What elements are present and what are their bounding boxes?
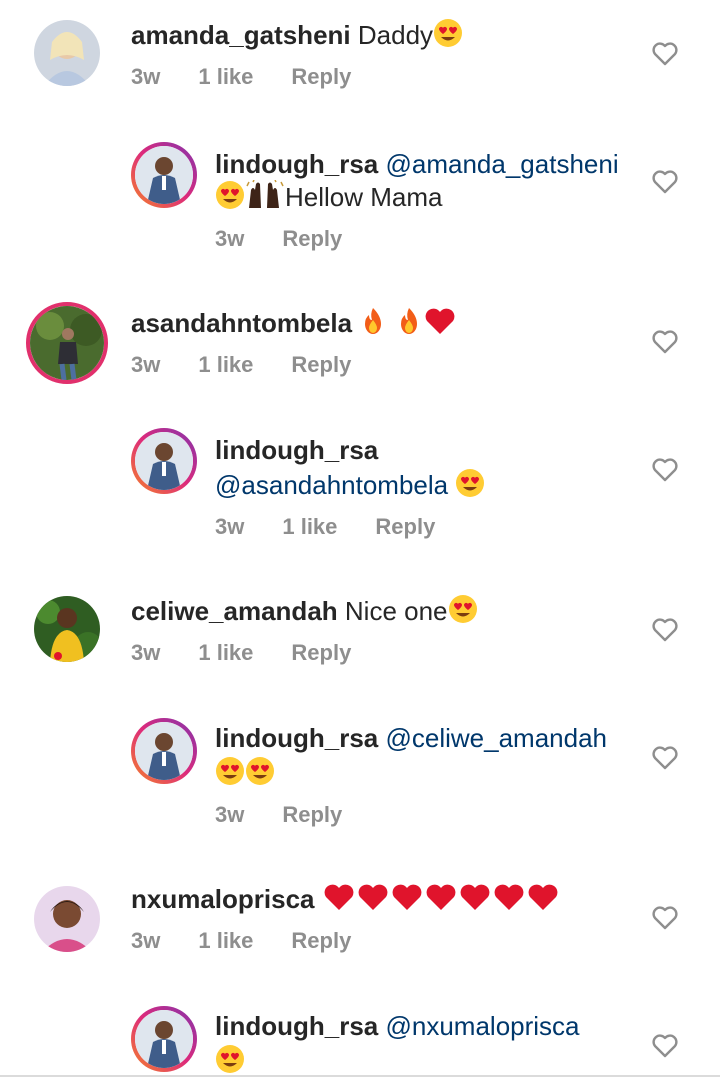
fire-emoji — [395, 306, 423, 343]
comment-username[interactable]: lindough_rsa — [215, 1011, 378, 1041]
comment-time: 3w — [131, 352, 161, 377]
comment-username[interactable]: asandahntombela — [131, 308, 352, 338]
comment-text: lindough_rsa @nxumaloprisca — [215, 1010, 580, 1042]
heart-eyes-emoji — [245, 756, 275, 793]
comment-body-line: @asandahntombela — [215, 468, 485, 505]
comment-likes[interactable]: 1 like — [282, 514, 337, 539]
heart-eyes-emoji — [215, 756, 245, 793]
comment-likes[interactable]: 1 like — [198, 352, 253, 377]
comment-item: amanda_gatsheni Daddy 3w 1 like Reply — [0, 0, 720, 120]
reply-button[interactable]: Reply — [375, 514, 435, 539]
reply-item: lindough_rsa @nxumaloprisca — [0, 988, 720, 1083]
heart-outline-icon[interactable] — [652, 42, 678, 66]
reply-button[interactable]: Reply — [291, 640, 351, 665]
comment-meta: 3w 1 like Reply — [215, 514, 473, 540]
fire-emoji — [359, 306, 387, 343]
raised-hands-emoji — [245, 179, 285, 217]
heart-eyes-emoji — [455, 468, 485, 505]
reply-item: lindough_rsa @asandahntombela 3w 1 like Re… — [0, 410, 720, 570]
comment-body: Hellow Mama — [285, 182, 443, 212]
reply-button[interactable]: Reply — [282, 226, 342, 251]
avatar[interactable] — [131, 428, 197, 494]
reply-button[interactable]: Reply — [291, 352, 351, 377]
comment-username[interactable]: amanda_gatsheni — [131, 20, 351, 50]
red-heart-emoji — [423, 306, 457, 343]
comment-meta: 3w 1 like Reply — [131, 352, 389, 378]
comment-body-line: Hellow Mama — [215, 179, 443, 217]
comment-text: celiwe_amandah Nice one — [131, 594, 478, 631]
comment-time: 3w — [215, 802, 245, 827]
heart-outline-icon[interactable] — [652, 618, 678, 642]
reply-item: lindough_rsa @amanda_gatsheni Hellow Mam… — [0, 120, 720, 280]
red-heart-emoji — [492, 882, 526, 919]
comment-meta: 3w 1 like Reply — [131, 928, 389, 954]
comment-text: lindough_rsa @amanda_gatsheni — [215, 148, 619, 180]
comment-meta: 3w Reply — [215, 226, 380, 252]
avatar[interactable] — [131, 1006, 197, 1072]
comment-likes[interactable]: 1 like — [198, 640, 253, 665]
comment-text: lindough_rsa — [215, 434, 378, 466]
avatar[interactable] — [34, 886, 100, 952]
comment-text: asandahntombela — [131, 306, 457, 343]
heart-outline-icon[interactable] — [652, 458, 678, 482]
comment-time: 3w — [131, 64, 161, 89]
comment-time: 3w — [215, 514, 245, 539]
comment-meta: 3w 1 like Reply — [131, 64, 389, 90]
red-heart-emoji — [458, 882, 492, 919]
mention-link[interactable]: @amanda_gatsheni — [385, 149, 618, 179]
mention-link[interactable]: @celiwe_amandah — [385, 723, 607, 753]
avatar[interactable] — [131, 718, 197, 784]
comment-likes[interactable]: 1 like — [198, 64, 253, 89]
red-hearts-row — [322, 884, 560, 914]
reply-button[interactable]: Reply — [291, 928, 351, 953]
red-heart-emoji — [526, 882, 560, 919]
reply-item: lindough_rsa @celiwe_amandah 3w Reply — [0, 700, 720, 860]
comment-item: nxumaloprisca 3w 1 like Reply — [0, 868, 720, 983]
red-heart-emoji — [390, 882, 424, 919]
avatar[interactable] — [34, 20, 100, 86]
red-heart-emoji — [424, 882, 458, 919]
comment-likes[interactable]: 1 like — [198, 928, 253, 953]
comment-time: 3w — [215, 226, 245, 251]
comment-text: lindough_rsa @celiwe_amandah — [215, 722, 607, 754]
comment-time: 3w — [131, 928, 161, 953]
heart-outline-icon[interactable] — [652, 1034, 678, 1058]
heart-eyes-emoji — [448, 594, 478, 631]
avatar[interactable] — [34, 596, 100, 662]
divider — [0, 1075, 720, 1077]
comment-body: Daddy — [357, 20, 434, 50]
mention-link[interactable]: @asandahntombela — [215, 470, 448, 500]
comment-time: 3w — [131, 640, 161, 665]
comment-username[interactable]: nxumaloprisca — [131, 884, 315, 914]
heart-outline-icon[interactable] — [652, 906, 678, 930]
avatar[interactable] — [26, 302, 108, 384]
comment-text: amanda_gatsheni Daddy — [131, 18, 463, 55]
comment-item: asandahntombela 3w 1 like Reply — [0, 290, 720, 405]
avatar[interactable] — [131, 142, 197, 208]
heart-eyes-emoji — [433, 18, 463, 55]
heart-outline-icon[interactable] — [652, 170, 678, 194]
comment-item: celiwe_amandah Nice one 3w 1 like Reply — [0, 580, 720, 695]
comment-username[interactable]: lindough_rsa — [215, 435, 378, 465]
red-heart-emoji — [322, 882, 356, 919]
comment-username[interactable]: lindough_rsa — [215, 149, 378, 179]
comment-username[interactable]: celiwe_amandah — [131, 596, 338, 626]
comment-meta: 3w 1 like Reply — [131, 640, 389, 666]
heart-eyes-emoji — [215, 180, 245, 217]
comment-body-line — [215, 756, 275, 793]
comment-meta: 3w Reply — [215, 802, 380, 828]
reply-button[interactable]: Reply — [291, 64, 351, 89]
red-heart-emoji — [356, 882, 390, 919]
comment-username[interactable]: lindough_rsa — [215, 723, 378, 753]
heart-outline-icon[interactable] — [652, 746, 678, 770]
mention-link[interactable]: @nxumaloprisca — [385, 1011, 579, 1041]
comment-text: nxumaloprisca — [131, 882, 560, 919]
heart-outline-icon[interactable] — [652, 330, 678, 354]
comment-body: Nice one — [344, 596, 448, 626]
reply-button[interactable]: Reply — [282, 802, 342, 827]
